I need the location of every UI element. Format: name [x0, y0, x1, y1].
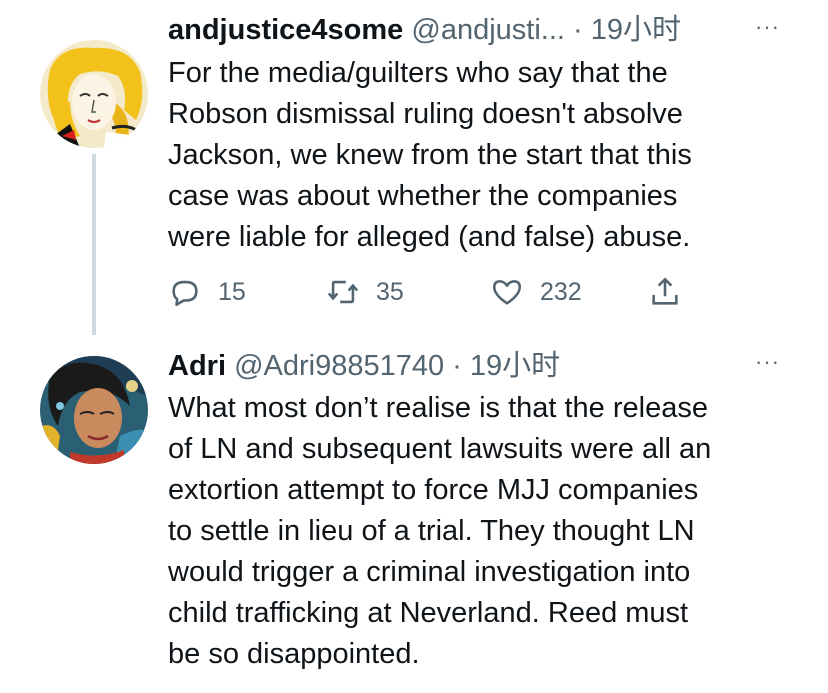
- more-options-icon[interactable]: ···: [755, 14, 780, 40]
- tweet-actions: 15 35 232: [168, 270, 728, 314]
- reply-count: 15: [218, 277, 246, 306]
- reply-button[interactable]: 15: [168, 270, 246, 314]
- display-name[interactable]: Adri: [168, 350, 226, 382]
- tweet-text-line: to settle in lieu of a trial. They thoug…: [168, 515, 695, 547]
- display-name[interactable]: andjustice4some: [168, 14, 403, 46]
- tweet-text-line: For the media/guilters who say that the: [168, 57, 668, 89]
- share-button[interactable]: [648, 270, 682, 314]
- retweet-icon: [327, 280, 359, 304]
- tweet-text-line: case was about whether the companies: [168, 180, 678, 212]
- tweet-text-line: extortion attempt to force MJJ companies: [168, 474, 699, 506]
- tweet-header: Adri @Adri98851740 · 19小时: [168, 348, 788, 384]
- avatar[interactable]: [40, 356, 148, 464]
- tweet-text-line: would trigger a criminal investigation i…: [168, 556, 691, 588]
- separator-dot: ·: [573, 14, 583, 46]
- timestamp[interactable]: 19小时: [591, 14, 681, 46]
- more-options-icon[interactable]: ···: [755, 349, 780, 375]
- tweet-text-line: child trafficking at Neverland. Reed mus…: [168, 597, 689, 629]
- tweet-text-line: What most don’t realise is that the rele…: [168, 392, 708, 424]
- thread-connector-line: [92, 154, 96, 335]
- tweet-text-line: Robson dismissal ruling doesn't absolve: [168, 98, 683, 130]
- tweet-text-line: be so disappointed.: [168, 638, 420, 670]
- share-icon: [652, 277, 678, 305]
- reply-icon: [172, 280, 198, 307]
- tweet-andjustice4some[interactable]: andjustice4some @andjusti... · 19小时 ··· …: [0, 0, 828, 335]
- tweet-text-line: Jackson, we knew from the start that thi…: [168, 139, 692, 171]
- tweet-text-line: were liable for alleged (and false) abus…: [168, 221, 691, 253]
- user-handle[interactable]: @andjusti...: [411, 14, 565, 46]
- like-button[interactable]: 232: [490, 270, 582, 314]
- retweet-count: 35: [376, 277, 404, 306]
- avatar[interactable]: [40, 40, 148, 148]
- like-count: 232: [540, 277, 582, 306]
- heart-icon: [492, 280, 522, 305]
- avatar-illustration: [40, 40, 148, 148]
- tweet-text: For the media/guilters who say that the …: [168, 53, 808, 258]
- tweet-header: andjustice4some @andjusti... · 19小时: [168, 12, 788, 48]
- tweet-text-line: of LN and subsequent lawsuits were all a…: [168, 433, 712, 465]
- avatar-illustration: [40, 356, 148, 464]
- separator-dot: ·: [452, 350, 462, 382]
- user-handle[interactable]: @Adri98851740: [234, 350, 444, 382]
- timestamp[interactable]: 19小时: [470, 350, 560, 382]
- retweet-button[interactable]: 35: [326, 270, 404, 314]
- tweet-text: What most don’t realise is that the rele…: [168, 388, 808, 675]
- tweet-adri[interactable]: Adri @Adri98851740 · 19小时 ··· What most …: [0, 335, 828, 693]
